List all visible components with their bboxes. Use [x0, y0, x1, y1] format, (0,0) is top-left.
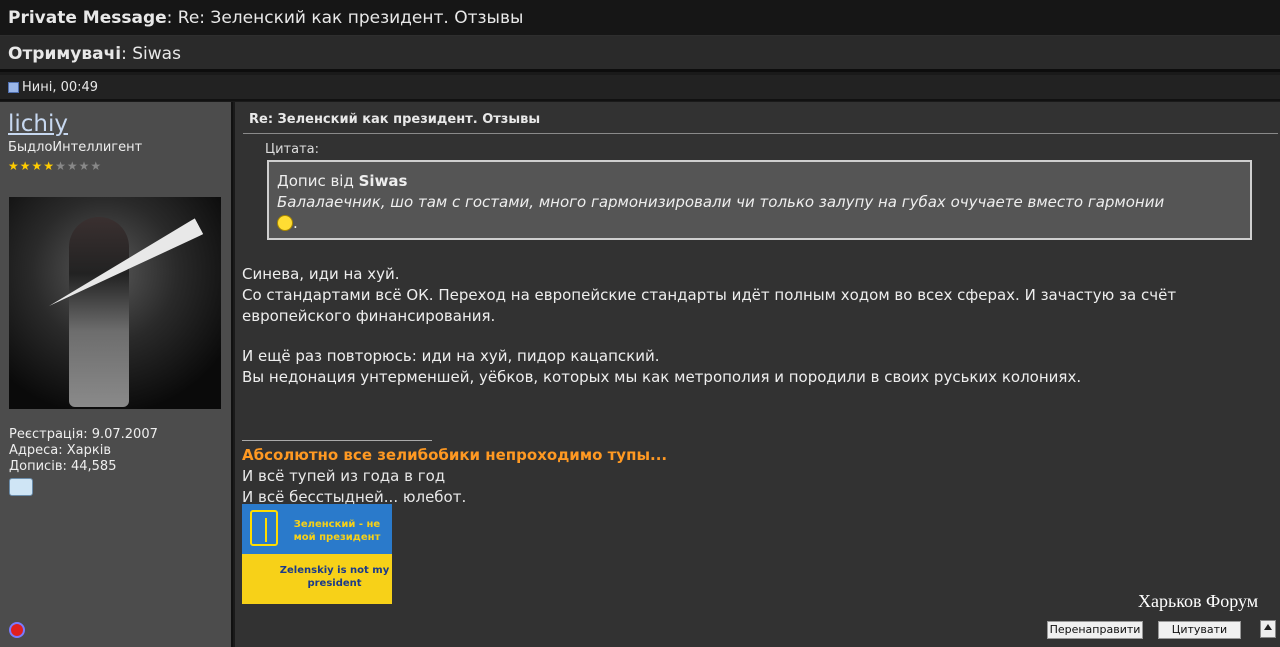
post-paragraph1-line1: Синева, иди на хуй. — [242, 265, 400, 283]
recipients-label: Отримувачі — [8, 44, 122, 64]
pm-header-separator: : — [166, 8, 178, 28]
author-meta: Реєстрація: 9.07.2007 Адреса: Харків Доп… — [9, 427, 158, 475]
signature: Абсолютно все зелибобики непроходимо туп… — [242, 445, 667, 508]
camera-icon[interactable] — [9, 478, 33, 496]
pm-subject: Re: Зеленский как президент. Отзывы — [177, 8, 524, 28]
post-content: Re: Зеленский как президент. Отзывы Цита… — [235, 102, 1280, 647]
avatar-figure — [69, 217, 129, 407]
smile-icon — [277, 215, 293, 231]
author-address: Адреса: Харків — [9, 443, 112, 458]
online-status-icon — [9, 622, 25, 638]
recipients-value: Siwas — [132, 44, 181, 64]
recipients-separator: : — [121, 44, 133, 64]
quote-button[interactable]: Цитувати — [1158, 621, 1241, 639]
star-icon: ★ — [66, 159, 78, 173]
quote-box: Допис від Siwas Балалаечник, шо там с го… — [267, 160, 1252, 240]
star-icon: ★ — [90, 159, 102, 173]
star-icon: ★ — [78, 159, 90, 173]
banner-top-text: Зеленский - не мой президент — [293, 519, 381, 543]
banner-bottom-text: Zelenskiy is not my president — [279, 565, 390, 589]
post-body: Синева, иди на хуй. Со стандартами всё О… — [242, 264, 1272, 407]
post-date-bar: Нині, 00:49 — [0, 75, 1280, 101]
star-icon: ★ — [8, 159, 19, 173]
author-sidebar: lichiy БыдлоИнтеллигент ★ ★ ★ ★ ★ ★ ★ ★ … — [0, 102, 233, 647]
star-icon: ★ — [55, 159, 66, 173]
trident-icon — [250, 510, 278, 546]
author-username[interactable]: lichiy — [8, 110, 223, 138]
star-icon: ★ — [31, 159, 43, 173]
author-title: БыдлоИнтеллигент — [8, 140, 143, 155]
quote-author-prefix: Допис від — [277, 172, 359, 190]
pm-header: Private Message: Re: Зеленский как прези… — [0, 0, 1280, 36]
forward-button[interactable]: Перенаправити — [1047, 621, 1143, 639]
post-title: Re: Зеленский как президент. Отзывы — [243, 110, 1278, 134]
author-registration: Реєстрація: 9.07.2007 — [9, 427, 158, 442]
quote-tail: . — [293, 214, 298, 232]
post-paragraph2-line1: И ещё раз повторюсь: иди на хуй, пидор к… — [242, 347, 660, 365]
scroll-top-icon[interactable] — [1260, 620, 1276, 638]
post-paragraph2-line2: Вы недонация унтерменшей, уёбков, которы… — [242, 368, 1082, 386]
signature-banner: Зеленский - не мой президент Zelenskiy i… — [242, 504, 392, 604]
forum-brand: Харьков Форум — [1138, 591, 1259, 611]
post-date: Нині, 00:49 — [22, 79, 99, 95]
author-rating: ★ ★ ★ ★ ★ ★ ★ ★ — [8, 159, 223, 173]
post-paragraph1-line2: Со стандартами всё ОК. Переход на европе… — [242, 286, 1177, 325]
author-avatar — [9, 197, 221, 409]
quote-label: Цитата: — [265, 142, 319, 157]
recipients-bar: Отримувачі: Siwas — [0, 36, 1280, 72]
signature-line1: Абсолютно все зелибобики непроходимо туп… — [242, 446, 668, 464]
author-posts: Дописів: 44,585 — [9, 459, 117, 474]
signature-divider — [242, 440, 432, 441]
star-icon: ★ — [19, 159, 31, 173]
quote-text: Балалаечник, шо там с гостами, много гар… — [277, 193, 1165, 211]
quote-author: Siwas — [358, 172, 408, 190]
signature-line2: И всё тупей из года в год — [242, 467, 446, 485]
post-icon — [8, 81, 19, 93]
star-icon: ★ — [43, 159, 55, 173]
pm-header-label: Private Message — [8, 8, 167, 28]
